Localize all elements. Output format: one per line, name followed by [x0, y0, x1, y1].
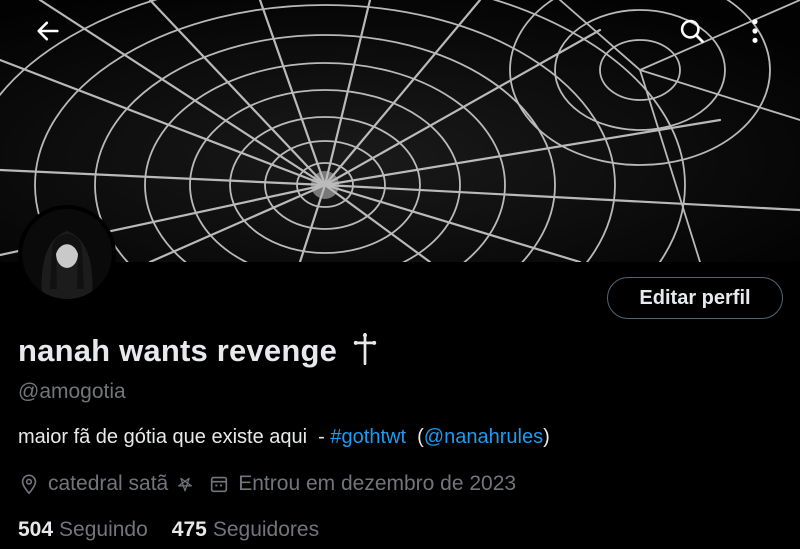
bio-paren-close: ) — [543, 426, 550, 448]
bio-text: maior fã de gótia que existe aqui - — [18, 426, 331, 448]
display-name-text: nanah wants revenge — [18, 333, 338, 368]
pentagram-icon — [176, 475, 194, 493]
more-vertical-icon — [752, 19, 758, 43]
followers-count: 475 — [171, 518, 207, 541]
user-handle: @amogotia — [18, 380, 126, 403]
display-name: nanah wants revenge — [18, 332, 378, 369]
hashtag-link[interactable]: #gothtwt — [330, 426, 406, 448]
profile-photo — [22, 209, 112, 299]
profile-meta: catedral satã Entrou em dezembro de 2023 — [18, 472, 516, 496]
edit-profile-button[interactable]: Editar perfil — [607, 277, 783, 319]
bio-paren-open: ( — [406, 426, 424, 448]
calendar-icon — [208, 473, 230, 495]
followers-link[interactable]: 475 Seguidores — [172, 518, 319, 542]
followers-label: Seguidores — [212, 518, 320, 541]
search-button[interactable] — [670, 9, 714, 53]
following-count: 504 — [18, 518, 54, 541]
search-icon — [680, 19, 704, 43]
follow-stats: 504 Seguindo 475 Seguidores — [18, 518, 319, 542]
mention-link[interactable]: @nanahrules — [424, 426, 543, 448]
bio: maior fã de gótia que existe aqui - #got… — [18, 426, 550, 449]
avatar[interactable] — [18, 205, 116, 303]
joined-date-text: Entrou em dezembro de 2023 — [238, 472, 517, 495]
following-link[interactable]: 504 Seguindo — [18, 518, 148, 542]
arrow-left-icon — [37, 21, 59, 41]
cross-icon — [353, 332, 377, 366]
location-text: catedral satã — [48, 472, 169, 495]
location-pin-icon — [18, 473, 40, 495]
more-options-button[interactable] — [733, 9, 777, 53]
back-button[interactable] — [26, 9, 70, 53]
following-label: Seguindo — [59, 518, 148, 541]
